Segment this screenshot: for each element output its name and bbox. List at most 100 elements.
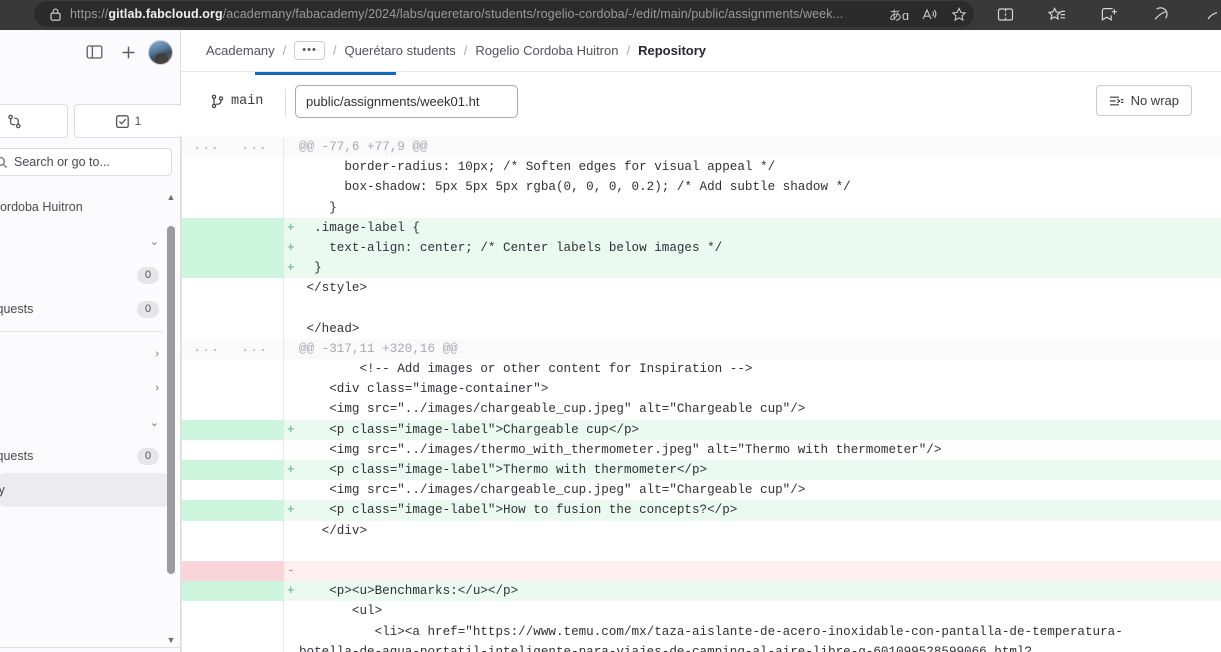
breadcrumb-item-academany[interactable]: Academany bbox=[206, 43, 275, 58]
diff-line-gutter bbox=[181, 520, 284, 541]
scroll-up-arrow-icon[interactable]: ▲ bbox=[166, 190, 176, 204]
branch-selector[interactable]: main bbox=[211, 94, 263, 109]
diff-row[interactable]: - bbox=[181, 560, 1221, 582]
sidebar-topbar bbox=[0, 30, 181, 74]
sidebar-item-repository[interactable]: ository bbox=[0, 473, 167, 507]
diff-line-gutter bbox=[181, 419, 284, 440]
gitlab-sidebar: 1 Search or go to... elio Cordoba Huitro… bbox=[0, 30, 182, 652]
diff-code-line: <ul> bbox=[299, 604, 383, 619]
wrap-lines-icon bbox=[1109, 96, 1123, 105]
diff-row[interactable]: <img src="../images/chargeable_cup.jpeg"… bbox=[181, 480, 1221, 501]
diff-row[interactable]: </head> bbox=[181, 318, 1221, 339]
branch-icon bbox=[211, 94, 224, 109]
collections-icon[interactable] bbox=[1040, 1, 1074, 27]
sidebar-item-merge-requests[interactable]: ge requests 0 bbox=[0, 292, 181, 326]
sidebar-item-tags[interactable]: s bbox=[0, 575, 181, 609]
read-aloud-icon[interactable] bbox=[914, 1, 944, 27]
diff-line-gutter bbox=[181, 460, 284, 481]
browser-essentials-icon[interactable] bbox=[1144, 1, 1178, 27]
diff-line-gutter bbox=[181, 177, 284, 198]
diff-code-line: <img src="../images/thermo_with_thermome… bbox=[299, 442, 942, 457]
diff-line-gutter bbox=[181, 298, 284, 319]
add-to-collections-icon[interactable] bbox=[1092, 1, 1126, 27]
sidebar-item-commits[interactable]: mits bbox=[0, 541, 181, 575]
avatar[interactable] bbox=[148, 39, 173, 65]
diff-row[interactable]: </style> bbox=[181, 278, 1221, 299]
no-wrap-button[interactable]: No wrap bbox=[1095, 85, 1192, 116]
split-screen-icon[interactable] bbox=[988, 1, 1022, 27]
file-path-input[interactable]: public/assignments/week01.ht bbox=[295, 85, 518, 118]
scroll-down-arrow-icon[interactable]: ▼ bbox=[166, 633, 176, 647]
address-bar[interactable]: https://gitlab.fabcloud.org/academany/fa… bbox=[34, 1, 974, 27]
diff-row[interactable]: + <p class="image-label">Thermo with the… bbox=[181, 460, 1221, 481]
diff-row[interactable]: border-radius: 10px; /* Soften edges for… bbox=[181, 157, 1221, 178]
diff-code-line: <p class="image-label">Thermo with therm… bbox=[299, 463, 708, 477]
diff-row[interactable]: <div class="image-container"> bbox=[181, 379, 1221, 400]
sidebar-toggle-icon[interactable] bbox=[80, 38, 108, 66]
diff-code-line: @@ -317,11 +320,16 @@ bbox=[299, 341, 458, 356]
sidebar-item-plan[interactable]: › bbox=[0, 371, 181, 405]
diff-code-line: <p><u>Benchmarks:</u></p> bbox=[299, 584, 519, 599]
diff-line-gutter bbox=[181, 157, 284, 178]
sidebar-scrollbar[interactable]: ▲ ▼ bbox=[166, 190, 176, 647]
diff-line-gutter bbox=[181, 217, 284, 238]
diff-code-line: <!-- Add images or other content for Ins… bbox=[299, 362, 753, 377]
breadcrumb-item-rogelio-cordoba-huitron[interactable]: Rogelio Cordoba Huitron bbox=[475, 43, 618, 58]
diff-row[interactable]: + } bbox=[181, 258, 1221, 279]
diff-row[interactable]: + .image-label { bbox=[181, 217, 1221, 238]
diff-row[interactable]: <ul> bbox=[181, 601, 1221, 622]
scrollbar-thumb[interactable] bbox=[167, 226, 175, 574]
chevron-down-icon: ⌄ bbox=[149, 235, 159, 248]
sidebar-item-manage[interactable]: age › bbox=[0, 337, 181, 371]
diff-row[interactable]: + <p class="image-label">How to fusion t… bbox=[181, 500, 1221, 521]
diff-row[interactable]: <li><a href="https://www.temu.com/mx/taz… bbox=[181, 621, 1221, 642]
diff-row[interactable]: + text-align: center; /* Center labels b… bbox=[181, 237, 1221, 259]
sidebar-pill-assigned-issues[interactable] bbox=[0, 104, 68, 138]
diff-row[interactable]: </div> bbox=[181, 520, 1221, 541]
sidebar-item-count: 0 bbox=[137, 300, 159, 318]
diff-row[interactable]: } bbox=[181, 197, 1221, 218]
favorite-icon[interactable] bbox=[944, 1, 974, 27]
diff-code-line: <img src="../images/chargeable_cup.jpeg"… bbox=[299, 402, 806, 417]
diff-row[interactable]: ...... @@ -317,11 +320,16 @@ bbox=[181, 338, 1221, 360]
more-options-icon[interactable] bbox=[1196, 1, 1221, 27]
diff-old-line-number: ... bbox=[193, 341, 221, 355]
diff-line-gutter bbox=[181, 237, 284, 259]
diff-code-line: <img src="../images/chargeable_cup.jpeg"… bbox=[299, 483, 806, 498]
sidebar-item-code-merge-requests[interactable]: ge requests 0 bbox=[0, 439, 181, 473]
sidebar-item-pinned[interactable]: ed ⌄ bbox=[0, 224, 181, 258]
diff-row[interactable] bbox=[181, 540, 1221, 561]
diff-row[interactable]: + <p class="image-label">Chargeable cup<… bbox=[181, 419, 1221, 440]
lock-icon bbox=[44, 8, 66, 21]
breadcrumb-item-queretaro-students[interactable]: Querétaro students bbox=[344, 43, 455, 58]
sidebar-item-branches[interactable]: ches bbox=[0, 507, 181, 541]
diff-row[interactable]: <!-- Add images or other content for Ins… bbox=[181, 359, 1221, 380]
breadcrumb-expand-button[interactable]: ••• bbox=[294, 41, 325, 60]
translate-icon[interactable]: あɑ bbox=[884, 1, 914, 27]
diff-row[interactable]: + <p><u>Benchmarks:</u></p> bbox=[181, 581, 1221, 602]
diff-code-line: text-align: center; /* Center labels bel… bbox=[299, 240, 723, 255]
create-new-icon[interactable] bbox=[114, 38, 142, 66]
diff-line-gutter bbox=[181, 621, 284, 642]
diff-row[interactable]: ...... @@ -77,6 +77,9 @@ bbox=[181, 137, 1221, 158]
breadcrumb-item-repository[interactable]: Repository bbox=[638, 43, 706, 58]
diff-code-line: <p class="image-label">Chargeable cup</p… bbox=[299, 422, 640, 437]
sidebar-pill-merge-requests[interactable]: 1 bbox=[74, 104, 182, 138]
sidebar-item-code[interactable]: e ⌄ bbox=[0, 405, 181, 439]
diff-row[interactable]: box-shadow: 5px 5px 5px rgba(0, 0, 0, 0.… bbox=[181, 177, 1221, 198]
diff-row[interactable]: botella-de-agua-portatil-inteligente-par… bbox=[181, 641, 1221, 652]
breadcrumb-separator: / bbox=[332, 43, 337, 58]
chevron-right-icon: › bbox=[155, 382, 159, 394]
diff-line-gutter bbox=[181, 560, 284, 582]
diff-row[interactable]: <img src="../images/thermo_with_thermome… bbox=[181, 439, 1221, 460]
sidebar-item-issues[interactable]: es 0 bbox=[0, 258, 181, 292]
file-path-value: public/assignments/week01.ht bbox=[306, 94, 480, 109]
diff-row[interactable]: <img src="../images/chargeable_cup.jpeg"… bbox=[181, 399, 1221, 420]
sidebar-item-project-title[interactable]: elio Cordoba Huitron bbox=[0, 190, 181, 224]
diff-row[interactable] bbox=[181, 298, 1221, 319]
search-input[interactable]: Search or go to... bbox=[0, 148, 172, 176]
diff-new-line-number: ... bbox=[241, 140, 269, 153]
diff-viewer[interactable]: ...... @@ -77,6 +77,9 @@ border-radius: 1… bbox=[181, 137, 1221, 652]
diff-line-gutter bbox=[181, 258, 284, 279]
breadcrumb: Academany / ••• / Querétaro students / R… bbox=[181, 30, 1221, 71]
